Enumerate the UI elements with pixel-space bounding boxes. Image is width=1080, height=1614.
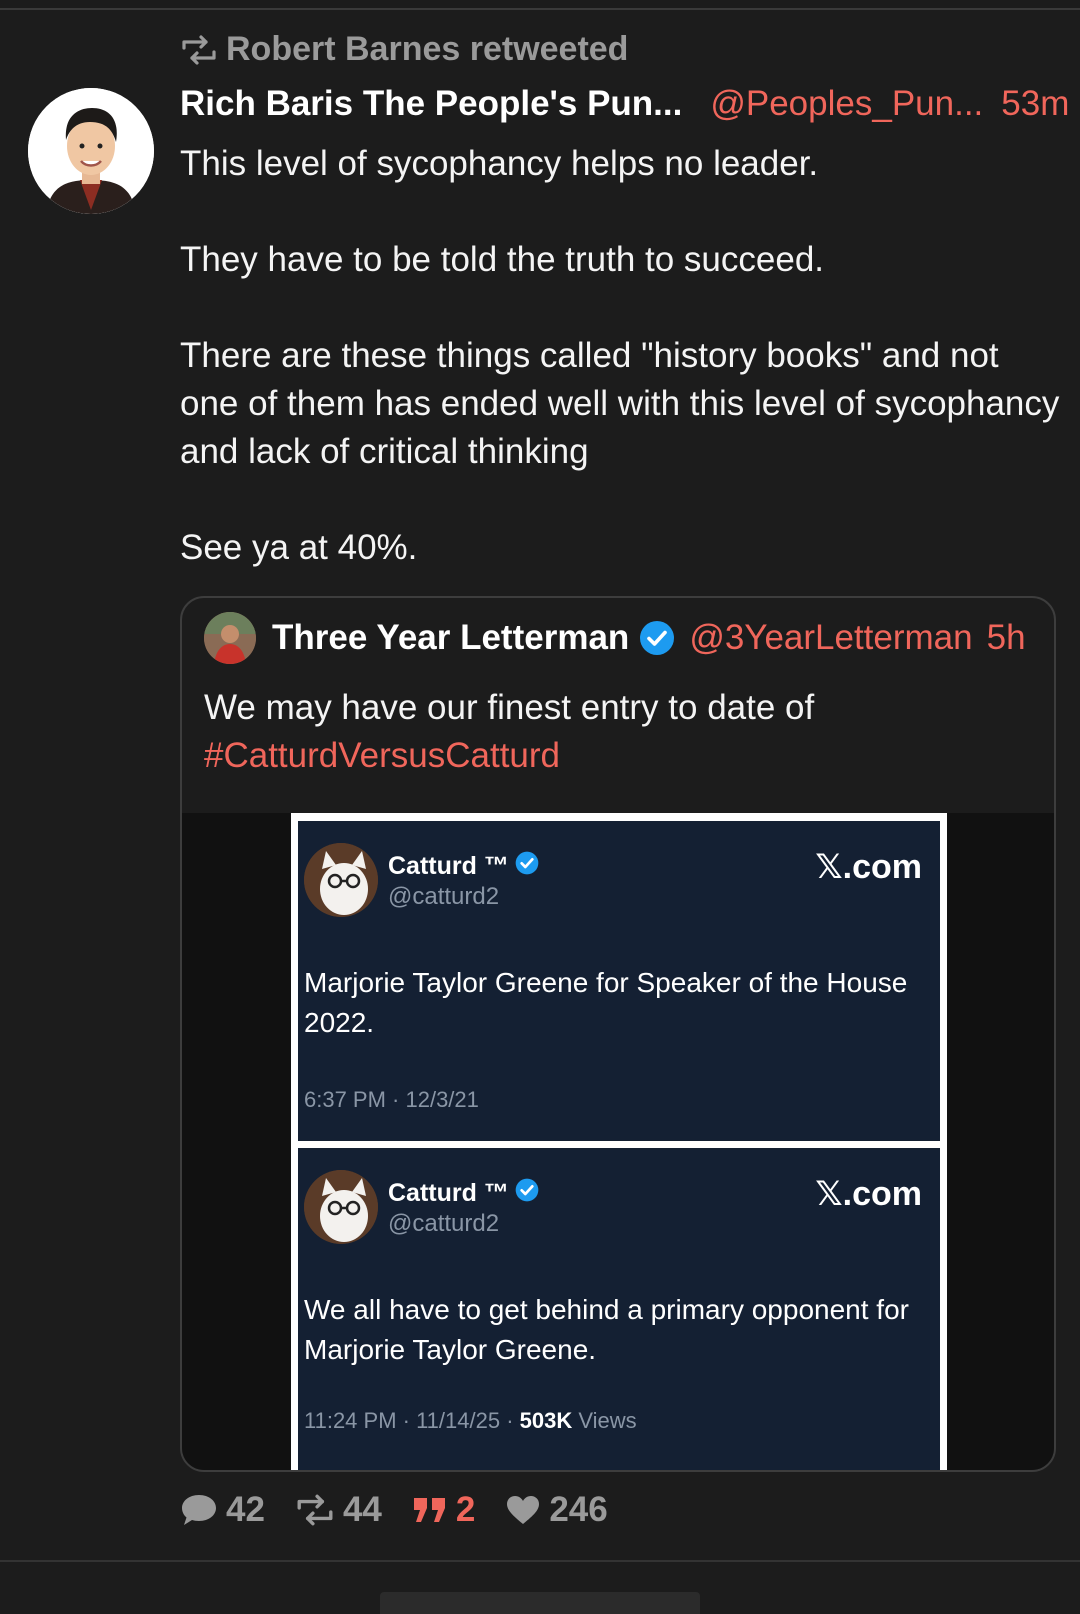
embedded-tweet-text: Marjorie Taylor Greene for Speaker of th… — [304, 967, 908, 1038]
quote-text-body: We may have our finest entry to date of — [204, 688, 815, 727]
embedded-author-handle: @catturd2 — [388, 883, 500, 910]
post-paragraph: This level of sycophancy helps no leader… — [180, 144, 819, 183]
author-handle[interactable]: @Peoples_Pun... — [710, 84, 983, 124]
quote-header: Three Year Letterman @3YearLetterman 5h — [204, 612, 1026, 664]
post-paragraph: There are these things called "history b… — [180, 336, 1060, 471]
post-header: Rich Baris The People's Pun... @Peoples_… — [180, 84, 1069, 124]
embedded-author-name-text: Catturd ™ — [388, 1179, 509, 1207]
next-item-peek — [380, 1592, 700, 1614]
retweet-banner[interactable]: Robert Barnes retweeted — [180, 30, 628, 69]
top-divider — [0, 8, 1080, 10]
embedded-author-name-text: Catturd ™ — [388, 852, 509, 880]
embedded-author-name: Catturd ™ — [388, 851, 539, 882]
post-time[interactable]: 53m — [1001, 84, 1069, 124]
author-name[interactable]: Rich Baris The People's Pun... — [180, 84, 682, 124]
embedded-author-handle: @catturd2 — [388, 1210, 500, 1237]
reply-button[interactable]: 42 — [180, 1490, 265, 1530]
embedded-tweet-meta: 6:37 PM · 12/3/21 — [304, 1087, 479, 1112]
action-bar: 42 44 2 246 — [180, 1490, 638, 1530]
feed-page: Robert Barnes retweeted Rich Baris The P… — [0, 0, 1080, 1614]
quote-icon — [412, 1495, 448, 1525]
heart-icon — [505, 1494, 541, 1526]
embedded-tweet: Catturd ™ @catturd2 𝕏.com We all have to… — [298, 1148, 940, 1470]
embedded-tweet-meta: 11:24 PM · 11/14/25 · 503K Views — [304, 1408, 637, 1434]
verified-badge-icon — [639, 620, 675, 656]
repost-button[interactable]: 44 — [295, 1490, 382, 1530]
post-body: This level of sycophancy helps no leader… — [180, 140, 1060, 572]
quote-author-name[interactable]: Three Year Letterman — [272, 618, 629, 658]
like-button[interactable]: 246 — [505, 1490, 608, 1530]
comment-icon — [180, 1493, 218, 1527]
verified-badge-icon — [515, 851, 539, 882]
quote-card[interactable]: Three Year Letterman @3YearLetterman 5h … — [180, 596, 1056, 1472]
quote-time[interactable]: 5h — [987, 618, 1026, 658]
embedded-tweet-text: We all have to get behind a primary oppo… — [304, 1294, 909, 1365]
quote-count: 2 — [455, 1490, 476, 1529]
reply-count: 42 — [226, 1490, 265, 1529]
catturd-avatar — [304, 843, 378, 917]
media-image[interactable]: Catturd ™ @catturd2 𝕏.com Marjorie Taylo… — [291, 813, 947, 1470]
quote-text: We may have our finest entry to date of … — [204, 684, 1024, 780]
bottom-divider — [0, 1560, 1080, 1562]
verified-badge-icon — [515, 1178, 539, 1209]
repost-count: 44 — [342, 1490, 382, 1529]
views-label: Views — [572, 1408, 637, 1433]
retweet-banner-text: Robert Barnes retweeted — [226, 30, 629, 68]
post-paragraph: See ya at 40%. — [180, 528, 418, 567]
x-logo: 𝕏.com — [815, 848, 922, 886]
media-area: Catturd ™ @catturd2 𝕏.com Marjorie Taylo… — [182, 813, 1054, 1470]
quote-button[interactable]: 2 — [412, 1490, 475, 1530]
quote-author-handle[interactable]: @3YearLetterman — [689, 618, 972, 658]
x-logo: 𝕏.com — [815, 1175, 922, 1213]
views-count: 503K — [519, 1408, 573, 1433]
hashtag-link[interactable]: #CatturdVersusCatturd — [204, 736, 560, 775]
catturd-avatar — [304, 1170, 378, 1244]
embedded-author-name: Catturd ™ — [388, 1178, 539, 1209]
quote-avatar[interactable] — [204, 612, 256, 664]
post-paragraph: They have to be told the truth to succee… — [180, 240, 825, 279]
embedded-tweet: Catturd ™ @catturd2 𝕏.com Marjorie Taylo… — [298, 821, 940, 1141]
embedded-tweet-meta-text: 11:24 PM · 11/14/25 · — [304, 1408, 520, 1433]
like-count: 246 — [549, 1490, 608, 1529]
retweet-icon — [180, 34, 218, 65]
retweet-icon — [295, 1494, 335, 1526]
avatar[interactable] — [28, 88, 154, 214]
